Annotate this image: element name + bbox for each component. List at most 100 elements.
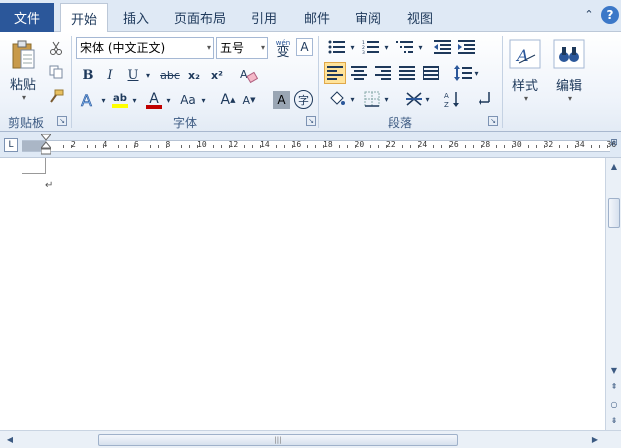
bullets-button[interactable] xyxy=(326,37,348,57)
editing-dropdown-icon[interactable]: ▾ xyxy=(568,94,572,103)
char-shading-button[interactable]: A xyxy=(273,91,290,109)
ruler-tick xyxy=(567,145,569,148)
bold-button[interactable]: B xyxy=(79,65,97,85)
change-case-dropdown-icon[interactable]: ▾ xyxy=(199,92,208,108)
align-right-button[interactable] xyxy=(372,62,394,84)
font-color-button[interactable]: A xyxy=(144,89,164,111)
increase-indent-button[interactable] xyxy=(456,37,478,57)
tab-selector-button[interactable]: L xyxy=(4,138,18,152)
font-size-value: 五号 xyxy=(220,41,245,55)
svg-text:3: 3 xyxy=(362,50,365,54)
multilevel-list-dropdown-icon[interactable]: ▾ xyxy=(416,40,425,54)
text-effects-dropdown-icon[interactable]: ▾ xyxy=(99,92,108,108)
strikethrough-button[interactable]: abc xyxy=(158,65,182,85)
tab-view[interactable]: 视图 xyxy=(399,3,441,32)
paste-button[interactable]: 粘贴 ▾ xyxy=(6,36,40,106)
tab-home[interactable]: 开始 xyxy=(60,3,108,33)
align-center-icon xyxy=(351,66,367,80)
copy-button[interactable] xyxy=(46,62,66,82)
tab-insert[interactable]: 插入 xyxy=(115,3,157,32)
format-painter-button[interactable] xyxy=(46,86,66,106)
ruler-tick xyxy=(590,145,592,148)
shading-button[interactable] xyxy=(326,88,348,110)
scroll-up-icon[interactable]: ▲ xyxy=(607,160,621,174)
bullets-dropdown-icon[interactable]: ▾ xyxy=(348,40,357,54)
styles-dropdown-icon[interactable]: ▾ xyxy=(524,94,528,103)
indent-marker-icon[interactable] xyxy=(41,134,51,156)
font-size-combo[interactable]: 五号 ▾ xyxy=(216,37,268,59)
align-left-button[interactable] xyxy=(324,62,346,84)
clear-formatting-button[interactable]: A xyxy=(237,64,259,86)
paste-dropdown-icon[interactable]: ▾ xyxy=(22,93,26,102)
multilevel-list-button[interactable] xyxy=(394,37,416,57)
line-spacing-dropdown-icon[interactable]: ▾ xyxy=(472,66,481,80)
tab-page-layout[interactable]: 页面布局 xyxy=(168,3,232,32)
sort-button[interactable]: A Z xyxy=(442,88,464,110)
ruler-tick xyxy=(275,145,277,148)
tab-file[interactable]: 文件 xyxy=(0,3,54,32)
previous-page-icon[interactable]: ⇞ xyxy=(607,380,621,394)
next-page-icon[interactable]: ⇟ xyxy=(607,414,621,428)
font-family-dropdown-icon[interactable]: ▾ xyxy=(207,38,211,58)
borders-icon xyxy=(364,91,380,107)
enclose-char-button[interactable]: 字 xyxy=(294,90,313,109)
italic-button[interactable]: I xyxy=(101,65,119,85)
numbering-dropdown-icon[interactable]: ▾ xyxy=(382,40,391,54)
vertical-scroll-thumb[interactable] xyxy=(608,198,620,228)
font-family-combo[interactable]: 宋体 (中文正文) ▾ xyxy=(76,37,214,59)
underline-button[interactable]: U xyxy=(124,65,142,85)
clipboard-dialog-launcher[interactable]: ↘ xyxy=(57,116,67,126)
horizontal-scrollbar[interactable]: ◀ ||| ▶ xyxy=(0,430,621,448)
justify-button[interactable] xyxy=(396,62,418,84)
vertical-scrollbar[interactable]: ▲ ▼ ⇞ ○ ⇟ xyxy=(605,158,621,430)
scroll-right-icon[interactable]: ▶ xyxy=(588,433,602,447)
borders-dropdown-icon[interactable]: ▾ xyxy=(382,92,391,106)
editing-button[interactable]: 编辑 ▾ xyxy=(550,35,588,107)
show-marks-button[interactable] xyxy=(476,88,496,110)
highlight-button[interactable]: ab xyxy=(110,89,130,111)
styles-button[interactable]: A 样式 ▾ xyxy=(506,35,544,107)
phonetic-guide-button[interactable]: wén 变 xyxy=(272,36,294,60)
font-size-dropdown-icon[interactable]: ▾ xyxy=(261,38,265,58)
grow-font-button[interactable]: A ▲ xyxy=(218,89,238,111)
justify-icon xyxy=(399,66,415,80)
shading-dropdown-icon[interactable]: ▾ xyxy=(348,92,357,106)
document-page[interactable] xyxy=(0,158,605,430)
tab-references[interactable]: 引用 xyxy=(243,3,285,32)
font-color-dropdown-icon[interactable]: ▾ xyxy=(164,92,173,108)
chinese-layout-button[interactable] xyxy=(403,88,425,110)
format-painter-icon xyxy=(50,89,64,103)
decrease-indent-button[interactable] xyxy=(432,37,454,57)
ribbon: 粘贴 ▾ 剪贴板 ↘ 宋体 (中文正文) ▾ 五号 ▾ wén 变 A B I … xyxy=(0,32,621,132)
subscript-button[interactable]: x₂ xyxy=(184,65,204,85)
select-browse-object-icon[interactable]: ○ xyxy=(607,398,621,412)
font-dialog-launcher[interactable]: ↘ xyxy=(306,116,316,126)
paragraph-dialog-launcher[interactable]: ↘ xyxy=(488,116,498,126)
paste-label: 粘贴 xyxy=(9,78,36,93)
shrink-font-button[interactable]: A ▼ xyxy=(239,89,259,111)
superscript-button[interactable]: x² xyxy=(207,65,227,85)
distributed-button[interactable] xyxy=(420,62,442,84)
highlight-dropdown-icon[interactable]: ▾ xyxy=(130,92,139,108)
cut-button[interactable] xyxy=(46,38,66,58)
chinese-layout-dropdown-icon[interactable]: ▾ xyxy=(423,92,432,106)
scroll-down-icon[interactable]: ▼ xyxy=(607,364,621,378)
char-border-button[interactable]: A xyxy=(296,38,313,56)
minimize-ribbon-icon[interactable]: ⌃ xyxy=(583,9,595,21)
ruler-tick xyxy=(472,145,474,148)
underline-dropdown-icon[interactable]: ▾ xyxy=(142,65,154,85)
line-spacing-button[interactable] xyxy=(452,62,474,84)
numbering-button[interactable]: 1 2 3 xyxy=(360,37,382,57)
tab-mailings[interactable]: 邮件 xyxy=(296,3,338,32)
view-ruler-icon[interactable]: ⊞ xyxy=(608,138,620,152)
borders-button[interactable] xyxy=(361,88,383,110)
scroll-left-icon[interactable]: ◀ xyxy=(3,433,17,447)
change-case-button[interactable]: Aa xyxy=(177,89,199,111)
horizontal-ruler[interactable]: 2 4 6 8 10 12 14 16 18 20 22 24 26 28 30 32 34 36 xyxy=(22,140,616,152)
svg-text:A: A xyxy=(81,91,92,110)
horizontal-scroll-thumb[interactable]: ||| xyxy=(98,434,458,446)
tab-review[interactable]: 审阅 xyxy=(347,3,389,32)
text-effects-button[interactable]: A xyxy=(78,89,100,111)
help-icon[interactable]: ? xyxy=(601,6,619,24)
align-center-button[interactable] xyxy=(348,62,370,84)
